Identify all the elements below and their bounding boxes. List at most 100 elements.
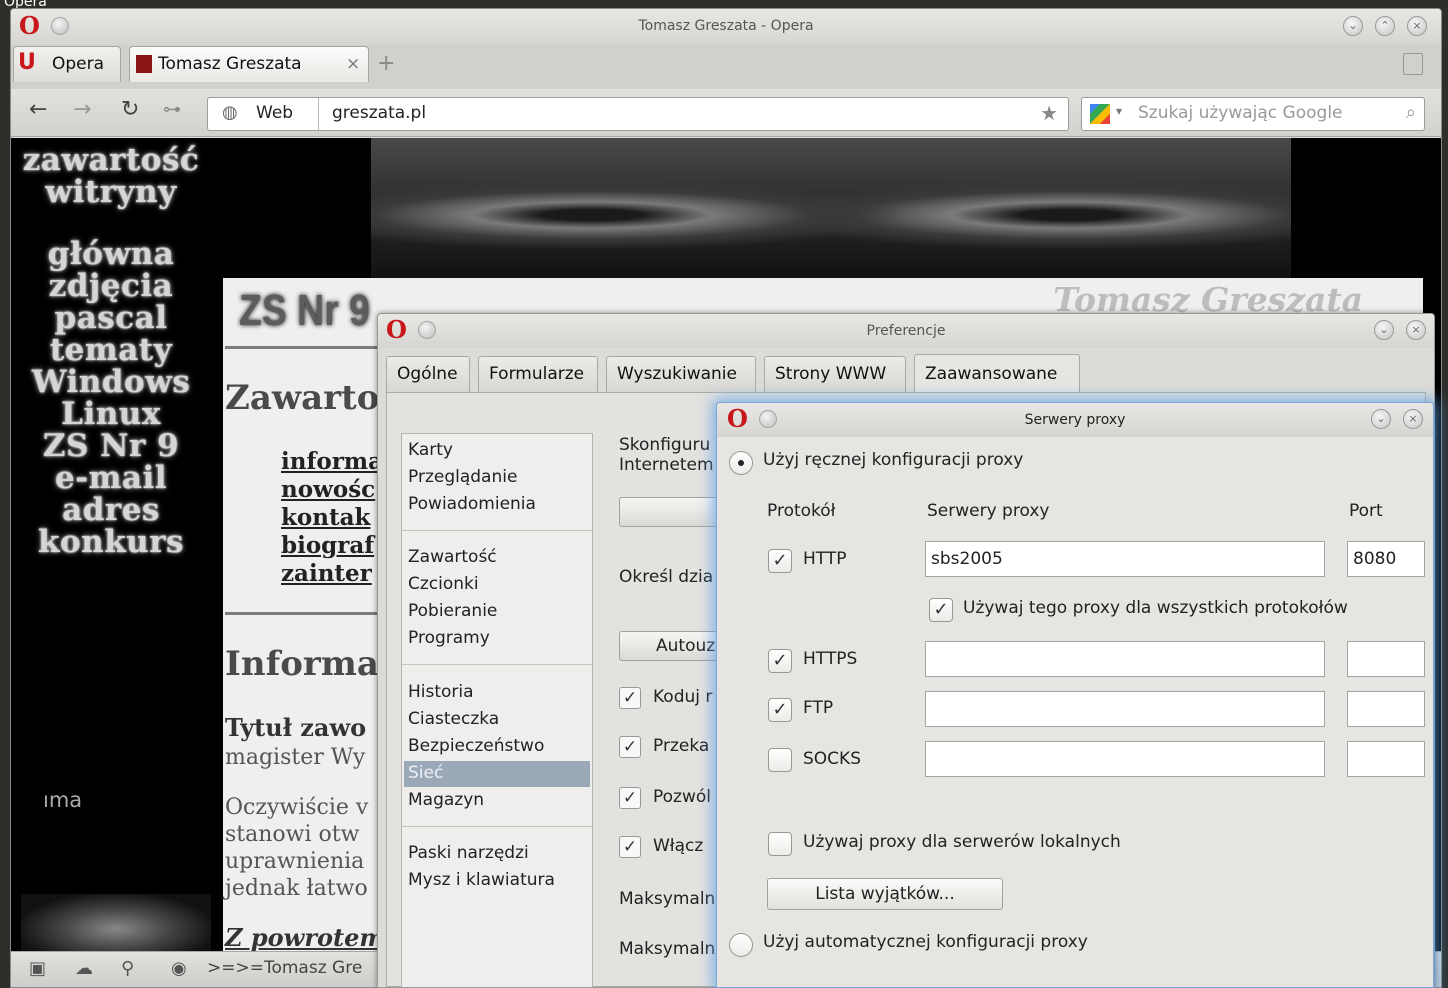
list-item-selected[interactable]: Sieć [408,763,443,783]
socks-server-input[interactable] [925,741,1325,777]
back-link[interactable]: Z powrotem [225,924,385,951]
local-servers-checkbox[interactable] [768,832,792,856]
list-item[interactable]: Bezpieczeństwo [408,736,544,756]
option-checkbox[interactable]: ✓ [619,687,641,709]
back-icon[interactable]: ← [29,99,47,121]
close-icon[interactable]: × [1406,320,1426,340]
content-link[interactable]: biograf [281,532,374,559]
list-item[interactable]: Magazyn [408,790,484,810]
face-thumbnail-image [21,894,211,951]
ftp-checkbox[interactable]: ✓ [768,698,792,722]
proxy-titlebar[interactable]: O Serwery proxy ⌄ × [717,403,1433,437]
maximize-icon[interactable]: ⌃ [1375,16,1395,36]
nav-link[interactable]: pascal [11,302,211,334]
socks-port-input[interactable] [1347,741,1425,777]
new-tab-icon[interactable]: + [377,51,395,76]
reload-icon[interactable]: ↻ [121,99,139,121]
nav-link[interactable]: ZS Nr 9 [11,430,211,462]
opera-menu-icon: U [18,50,36,75]
nav-link[interactable]: konkurs [11,526,211,558]
list-separator [402,664,592,665]
nav-link[interactable]: Windows [11,366,211,398]
address-field[interactable]: ◍ Web greszata.pl ★ [207,97,1069,131]
trash-icon[interactable] [1403,53,1423,75]
tab-title: Tomasz Greszata [158,54,302,74]
key-icon[interactable]: ⊶ [163,99,181,121]
tab-bar: U Opera Tomasz Greszata × + [11,45,1441,89]
preferences-titlebar[interactable]: O Preferencje ⌄ × [378,314,1434,348]
close-icon[interactable]: × [1403,409,1423,429]
list-item[interactable]: Ciasteczka [408,709,499,729]
option-checkbox[interactable]: ✓ [619,787,641,809]
list-item[interactable]: Czcionki [408,574,479,594]
advanced-section-list[interactable]: Karty Przeglądanie Powiadomienia Zawarto… [401,433,593,987]
tab-general[interactable]: Ogólne [386,356,470,392]
http-server-input[interactable]: sbs2005 [925,541,1325,577]
tab-web-pages[interactable]: Strony WWW [764,356,906,392]
search-icon[interactable]: ⌕ [1406,102,1416,123]
list-item[interactable]: Powiadomienia [408,494,536,514]
forward-icon[interactable]: → [73,99,91,121]
ftp-server-input[interactable] [925,691,1325,727]
opera-menu-button[interactable]: U Opera [13,46,121,82]
side-text-fragment: ıma [43,788,83,812]
nav-link[interactable]: tematy [11,334,211,366]
content-link[interactable]: kontak [281,504,370,531]
content-link[interactable]: nowośc [281,476,375,503]
search-field[interactable]: ▾ Szukaj używając Google ⌕ [1081,97,1425,131]
option-checkbox[interactable]: ✓ [619,836,641,858]
list-item[interactable]: Przeglądanie [408,467,517,487]
https-port-input[interactable] [1347,641,1425,677]
nav-heading-line: zawartość [22,142,200,178]
browser-titlebar[interactable]: O Tomasz Greszata - Opera ⌄ ⌃ × [11,9,1441,45]
list-item[interactable]: Zawartość [408,547,497,567]
unite-network-icon[interactable]: ⚲ [121,958,134,979]
https-checkbox[interactable]: ✓ [768,649,792,673]
network-description: Skonfiguru [619,435,711,455]
ftp-port-input[interactable] [1347,691,1425,727]
http-port-input[interactable]: 8080 [1347,541,1425,577]
port-column-header: Port [1349,501,1383,521]
panel-toggle-icon[interactable]: ▣ [29,958,46,979]
http-label: HTTP [803,549,847,569]
content-link[interactable]: informa [281,448,383,475]
close-icon[interactable]: × [1407,16,1427,36]
list-item[interactable]: Paski narzędzi [408,843,529,863]
search-input[interactable]: Szukaj używając Google [1138,103,1343,123]
list-item[interactable]: Pobieranie [408,601,497,621]
list-item[interactable]: Historia [408,682,474,702]
unite-cloud-icon[interactable]: ☁ [75,958,93,979]
tab-close-icon[interactable]: × [346,54,360,74]
minimize-icon[interactable]: ⌄ [1343,16,1363,36]
server-name-label: Określ dzia [619,567,714,587]
turbo-icon[interactable]: ◉ [171,958,187,979]
use-for-all-checkbox[interactable]: ✓ [929,598,953,622]
option-label: Pozwól [653,787,711,807]
list-item[interactable]: Programy [408,628,490,648]
nav-link[interactable]: adres [11,494,211,526]
minimize-icon[interactable]: ⌄ [1371,409,1391,429]
tab-search[interactable]: Wyszukiwanie [606,356,756,392]
tab-advanced[interactable]: Zaawansowane [914,354,1080,394]
socks-checkbox[interactable] [768,748,792,772]
http-checkbox[interactable]: ✓ [768,549,792,573]
nav-link[interactable]: e-mail [11,462,211,494]
https-server-input[interactable] [925,641,1325,677]
exceptions-list-button[interactable]: Lista wyjątków... [767,878,1003,910]
nav-link[interactable]: główna [11,238,211,270]
search-engine-dropdown-icon[interactable]: ▾ [1116,104,1122,118]
list-item[interactable]: Karty [408,440,453,460]
url-text[interactable]: greszata.pl [332,103,426,123]
nav-link[interactable]: Linux [11,398,211,430]
manual-proxy-radio[interactable] [729,451,753,475]
bookmark-star-icon[interactable]: ★ [1040,101,1058,125]
tab-forms[interactable]: Formularze [478,356,598,392]
content-link[interactable]: zainter [281,560,372,587]
option-checkbox[interactable]: ✓ [619,736,641,758]
tab-active[interactable]: Tomasz Greszata × [129,46,369,82]
minimize-icon[interactable]: ⌄ [1374,320,1394,340]
list-item[interactable]: Mysz i klawiatura [408,870,555,890]
auto-proxy-radio[interactable] [729,933,753,957]
nav-link[interactable]: zdjęcia [11,270,211,302]
paragraph-line: jednak łatwo [225,876,368,901]
